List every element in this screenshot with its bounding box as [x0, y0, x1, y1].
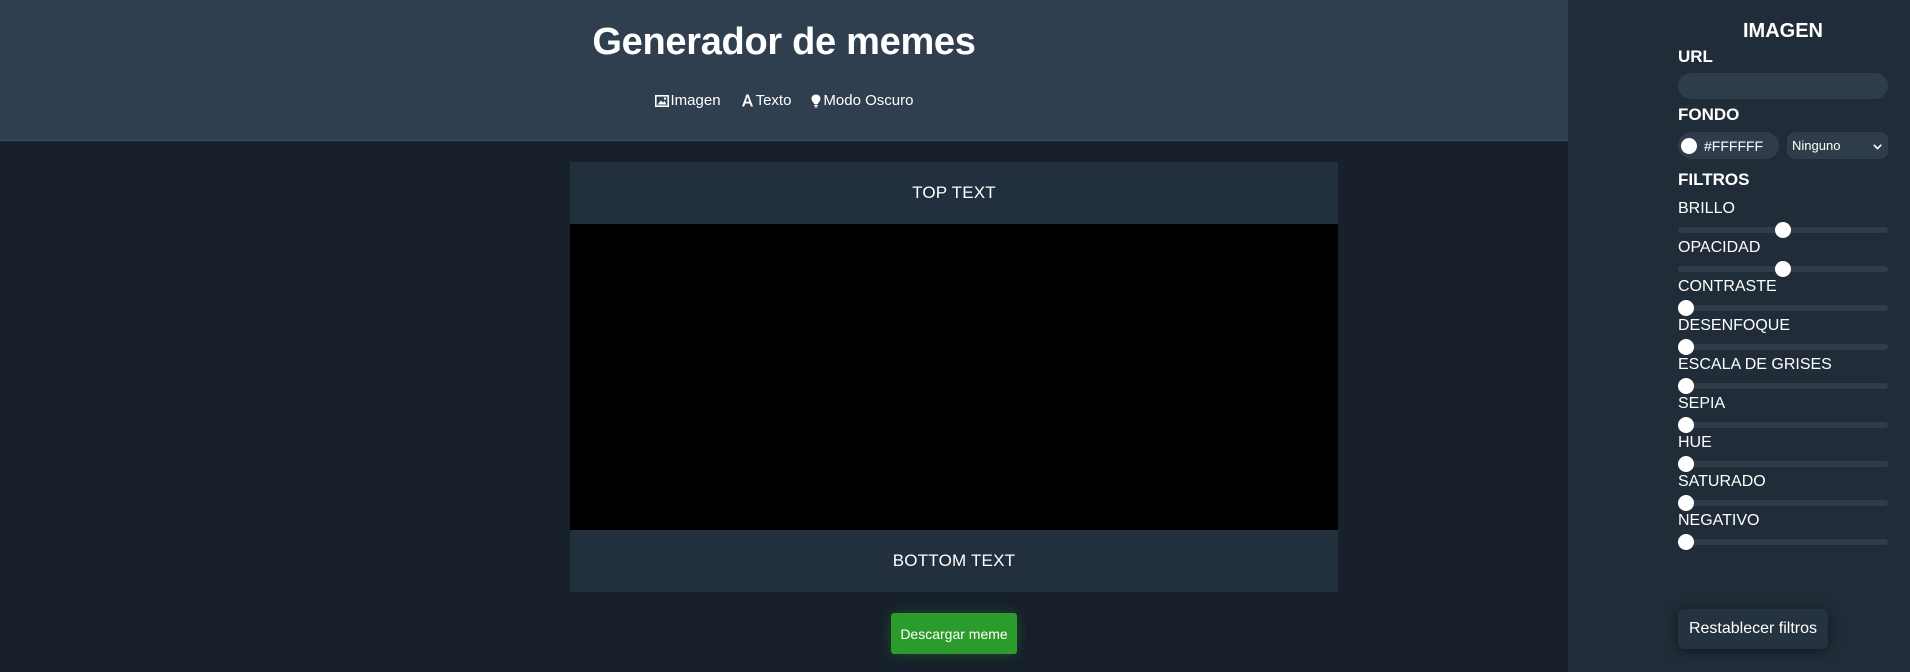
- filter-desenfoque: DESENFOQUE: [1678, 316, 1888, 355]
- filter-slider[interactable]: [1678, 300, 1888, 316]
- filter-label: HUE: [1678, 434, 1712, 451]
- filter-escala-de-grises: ESCALA DE GRISES: [1678, 355, 1888, 394]
- top-nav: Imagen Texto Modo Oscuro: [0, 92, 1568, 109]
- page-header: Generador de memes Imagen Texto Modo Osc…: [0, 0, 1568, 141]
- filter-opacidad: OPACIDAD: [1678, 238, 1888, 277]
- nav-item-modo-oscuro[interactable]: Modo Oscuro: [811, 92, 913, 109]
- filtros-label: FILTROS: [1678, 170, 1750, 189]
- nav-item-texto[interactable]: Texto: [741, 92, 792, 109]
- filter-slider[interactable]: [1678, 378, 1888, 394]
- url-label: URL: [1678, 47, 1713, 66]
- filter-sepia: SEPIA: [1678, 394, 1888, 433]
- meme-top-text: TOP TEXT: [570, 162, 1338, 224]
- background-color-picker[interactable]: #FFFFFF: [1678, 132, 1779, 159]
- text-icon: [741, 94, 754, 107]
- blend-mode-select[interactable]: Ninguno: [1787, 132, 1888, 159]
- filter-label: SEPIA: [1678, 395, 1726, 412]
- filters-list: BRILLO OPACIDAD CONTRASTE DESENFOQUE ESCALA …: [1678, 199, 1888, 550]
- filter-slider[interactable]: [1678, 222, 1888, 238]
- blend-mode-value: Ninguno: [1792, 138, 1841, 153]
- slider-thumb[interactable]: [1678, 339, 1694, 355]
- slider-thumb[interactable]: [1678, 495, 1694, 511]
- slider-thumb[interactable]: [1678, 417, 1694, 433]
- filter-slider[interactable]: [1678, 339, 1888, 355]
- url-input[interactable]: [1678, 73, 1888, 99]
- filter-slider[interactable]: [1678, 534, 1888, 550]
- page-title: Generador de memes: [592, 21, 976, 63]
- filter-negativo: NEGATIVO: [1678, 511, 1888, 550]
- slider-thumb[interactable]: [1775, 261, 1791, 277]
- filter-slider[interactable]: [1678, 456, 1888, 472]
- filter-label: DESENFOQUE: [1678, 317, 1791, 334]
- meme-preview: TOP TEXT BOTTOM TEXT: [570, 162, 1338, 592]
- slider-thumb[interactable]: [1775, 222, 1791, 238]
- reset-filters-button[interactable]: Restablecer filtros: [1678, 609, 1828, 649]
- slider-thumb[interactable]: [1678, 534, 1694, 550]
- fondo-controls: #FFFFFF Ninguno: [1678, 132, 1888, 159]
- filter-slider[interactable]: [1678, 417, 1888, 433]
- color-swatch: [1681, 137, 1697, 154]
- filter-saturado: SATURADO: [1678, 472, 1888, 511]
- filter-label: NEGATIVO: [1678, 512, 1760, 529]
- filter-label: CONTRASTE: [1678, 278, 1777, 295]
- filter-hue: HUE: [1678, 433, 1888, 472]
- download-meme-button[interactable]: Descargar meme: [891, 613, 1017, 654]
- slider-thumb[interactable]: [1678, 300, 1694, 316]
- filter-label: BRILLO: [1678, 200, 1735, 217]
- lightbulb-icon: [811, 94, 821, 108]
- nav-item-imagen[interactable]: Imagen: [654, 92, 721, 109]
- nav-item-label: Imagen: [670, 92, 721, 109]
- filter-brillo: BRILLO: [1678, 199, 1888, 238]
- filter-label: OPACIDAD: [1678, 239, 1761, 256]
- meme-bottom-text: BOTTOM TEXT: [570, 530, 1338, 592]
- background-color-value: #FFFFFF: [1704, 137, 1764, 154]
- filter-label: SATURADO: [1678, 473, 1766, 490]
- image-icon: [654, 94, 669, 107]
- filter-slider[interactable]: [1678, 495, 1888, 511]
- nav-item-label: Texto: [755, 92, 792, 109]
- main-area: Generador de memes Imagen Texto Modo Osc…: [0, 0, 1568, 672]
- meme-image: [570, 224, 1338, 530]
- slider-thumb[interactable]: [1678, 456, 1694, 472]
- filter-slider[interactable]: [1678, 261, 1888, 277]
- slider-thumb[interactable]: [1678, 378, 1694, 394]
- filter-contraste: CONTRASTE: [1678, 277, 1888, 316]
- chevron-down-icon: [1873, 138, 1882, 153]
- filter-label: ESCALA DE GRISES: [1678, 356, 1832, 373]
- panel-title: IMAGEN: [1743, 20, 1823, 42]
- image-settings-panel: IMAGEN URL FONDO #FFFFFF Ninguno FILTROS…: [1568, 0, 1910, 672]
- fondo-label: FONDO: [1678, 105, 1740, 124]
- nav-item-label: Modo Oscuro: [823, 92, 914, 109]
